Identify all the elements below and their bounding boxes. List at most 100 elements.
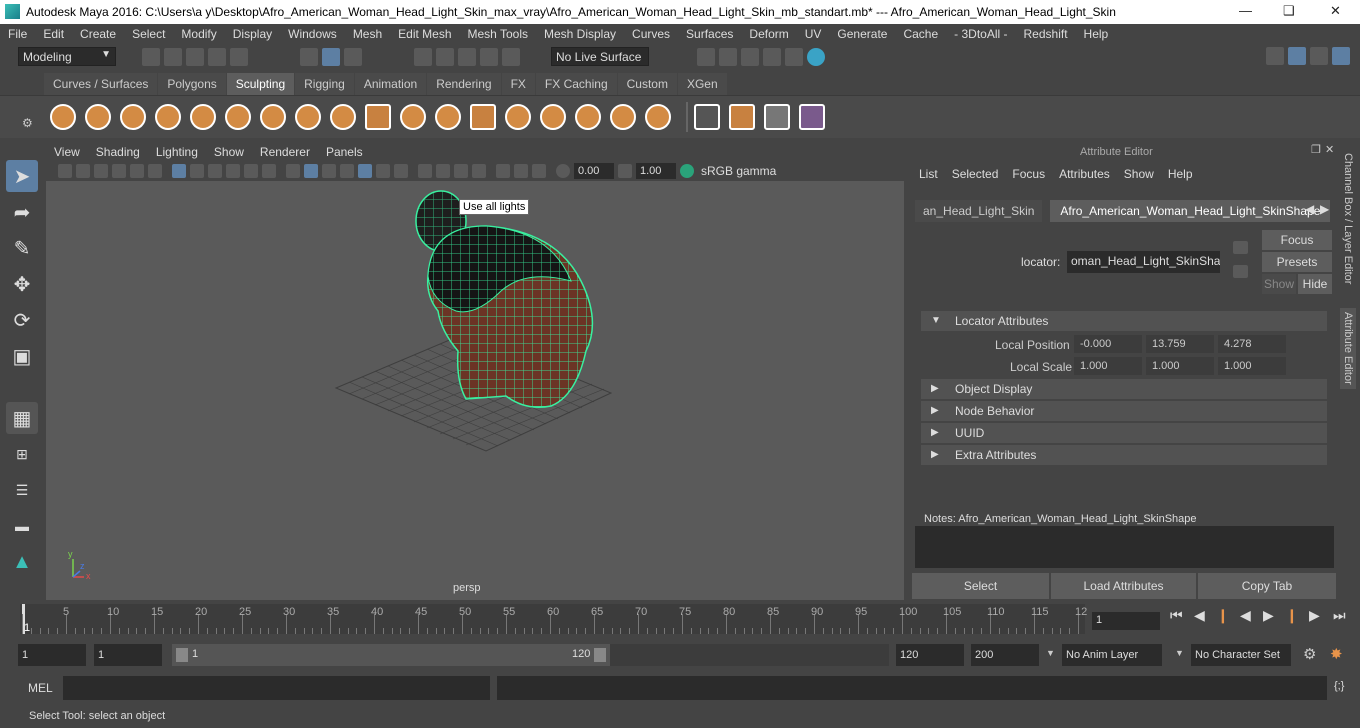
start-time-field[interactable]: 1	[18, 644, 86, 666]
end-time-field[interactable]: 200	[971, 644, 1039, 666]
menu-help[interactable]: Help	[1076, 24, 1117, 44]
script-editor-icon[interactable]: {;}	[1334, 680, 1344, 692]
section-node-behavior[interactable]: ▶ Node Behavior	[921, 401, 1327, 421]
maximize-icon[interactable]: ❑	[1283, 3, 1295, 19]
convert-to-frozen-icon[interactable]	[694, 104, 720, 130]
anti-aliasing-icon[interactable]	[436, 164, 450, 178]
image-plane-icon[interactable]	[112, 164, 126, 178]
menu-modify[interactable]: Modify	[173, 24, 224, 44]
tab-fx[interactable]: FX	[501, 73, 535, 95]
flatten-tool-icon[interactable]	[225, 104, 251, 130]
exposure-field[interactable]: 0.00	[574, 163, 614, 179]
load-attributes-button[interactable]: Load Attributes	[1051, 573, 1196, 599]
local-position-z[interactable]: 4.278	[1218, 335, 1286, 353]
snap-point-icon[interactable]	[458, 48, 476, 66]
smooth-shade-icon[interactable]	[304, 164, 318, 178]
render-view-icon[interactable]	[763, 48, 781, 66]
hypershade-icon[interactable]	[785, 48, 803, 66]
section-extra-attributes[interactable]: ▶ Extra Attributes	[921, 445, 1327, 465]
tab-channel-box[interactable]: Channel Box / Layer Editor	[1342, 153, 1354, 284]
copy-tab-button[interactable]: Copy Tab	[1198, 573, 1336, 599]
section-locator-attributes[interactable]: ▼ Locator Attributes	[921, 311, 1327, 331]
new-scene-icon[interactable]	[142, 48, 160, 66]
snap-curve-icon[interactable]	[436, 48, 454, 66]
use-all-lights-icon[interactable]	[358, 164, 372, 178]
motion-blur-icon[interactable]	[418, 164, 432, 178]
color-management-icon[interactable]	[680, 164, 694, 178]
section-uuid[interactable]: ▶ UUID	[921, 423, 1327, 443]
paint-select-tool-icon[interactable]: ✎	[6, 232, 38, 264]
local-position-x[interactable]: -0.000	[1074, 335, 1142, 353]
menu-file[interactable]: File	[0, 24, 35, 44]
tab-shape-node[interactable]: Afro_American_Woman_Head_Light_SkinShape	[1050, 200, 1331, 222]
tab-animation[interactable]: Animation	[354, 73, 427, 95]
range-handle-start[interactable]	[176, 648, 188, 662]
snap-grid-icon[interactable]	[414, 48, 432, 66]
blend-shape-icon[interactable]	[799, 104, 825, 130]
gate-mask-icon[interactable]	[226, 164, 240, 178]
wireframe-icon[interactable]	[286, 164, 300, 178]
xray-components-icon[interactable]	[532, 164, 546, 178]
toggle-channel-box-icon[interactable]	[1332, 47, 1350, 65]
vp-menu-shading[interactable]: Shading	[88, 143, 148, 161]
menu-uv[interactable]: UV	[797, 24, 830, 44]
render-frame-icon[interactable]	[719, 48, 737, 66]
grease-pencil-icon[interactable]	[148, 164, 162, 178]
vp-menu-lighting[interactable]: Lighting	[148, 143, 206, 161]
freeze-tool-icon[interactable]	[645, 104, 671, 130]
menu-3dtoall[interactable]: - 3DtoAll -	[946, 24, 1015, 44]
go-to-start-icon[interactable]: ⏮	[1170, 607, 1183, 624]
select-by-hierarchy-icon[interactable]	[300, 48, 318, 66]
vp-menu-renderer[interactable]: Renderer	[252, 143, 318, 161]
local-scale-x[interactable]: 1.000	[1074, 357, 1142, 375]
menu-mesh[interactable]: Mesh	[345, 24, 390, 44]
live-surface-field[interactable]: No Live Surface	[551, 47, 649, 66]
vp-menu-panels[interactable]: Panels	[318, 143, 371, 161]
select-tool-icon[interactable]: ➤	[6, 160, 38, 192]
knife-tool-icon[interactable]	[505, 104, 531, 130]
play-forward-icon[interactable]: ▶	[1263, 607, 1274, 624]
ae-menu-selected[interactable]: Selected	[952, 167, 999, 181]
bulge-tool-icon[interactable]	[575, 104, 601, 130]
pinch-tool-icon[interactable]	[190, 104, 216, 130]
range-slider-fill[interactable]	[172, 644, 610, 666]
menu-windows[interactable]: Windows	[280, 24, 345, 44]
rotate-tool-icon[interactable]: ⟳	[6, 304, 38, 336]
redshift-icon[interactable]	[807, 48, 825, 66]
resolution-gate-icon[interactable]	[208, 164, 222, 178]
snap-view-icon[interactable]	[480, 48, 498, 66]
safe-action-icon[interactable]	[262, 164, 276, 178]
tab-scroll-right-icon[interactable]: ▶	[1320, 202, 1329, 216]
timeline-ruler[interactable]: 1 5 10 15 20 25 30 35 40 45 50 55 60 65 70 75 80 85 90 95 1…	[20, 604, 1087, 634]
xray-joints-icon[interactable]	[514, 164, 528, 178]
amplify-tool-icon[interactable]	[610, 104, 636, 130]
ae-menu-help[interactable]: Help	[1168, 167, 1193, 181]
tab-xgen[interactable]: XGen	[677, 73, 727, 95]
redo-icon[interactable]	[230, 48, 248, 66]
tab-transform-node[interactable]: an_Head_Light_Skin	[915, 200, 1043, 222]
local-position-y[interactable]: 13.759	[1146, 335, 1214, 353]
relax-tool-icon[interactable]	[120, 104, 146, 130]
menu-cache[interactable]: Cache	[895, 24, 946, 44]
sculpt-layer-icon[interactable]	[729, 104, 755, 130]
workspace-icon[interactable]	[1266, 47, 1284, 65]
mode-dropdown[interactable]: Modeling ▼	[18, 47, 116, 66]
select-button[interactable]: Select	[912, 573, 1049, 599]
graph-layout-icon[interactable]: ▬	[6, 510, 38, 542]
repeat-tool-icon[interactable]	[330, 104, 356, 130]
isolate-select-icon[interactable]	[472, 164, 486, 178]
tab-scroll-left-icon[interactable]: ◀	[1305, 202, 1314, 216]
spray-tool-icon[interactable]	[295, 104, 321, 130]
smooth-tool-icon[interactable]	[85, 104, 111, 130]
shelf-settings-icon[interactable]: ⚙	[22, 116, 33, 130]
render-settings-icon[interactable]	[697, 48, 715, 66]
camera-attributes-icon[interactable]	[76, 164, 90, 178]
ae-menu-list[interactable]: List	[919, 167, 938, 181]
select-by-component-icon[interactable]	[344, 48, 362, 66]
tab-polygons[interactable]: Polygons	[158, 73, 226, 95]
wax-tool-icon[interactable]	[400, 104, 426, 130]
section-object-display[interactable]: ▶ Object Display	[921, 379, 1327, 399]
toggle-tool-settings-icon[interactable]	[1310, 47, 1328, 65]
tab-custom[interactable]: Custom	[617, 73, 677, 95]
character-set-dropdown[interactable]: No Character Set	[1191, 644, 1291, 666]
